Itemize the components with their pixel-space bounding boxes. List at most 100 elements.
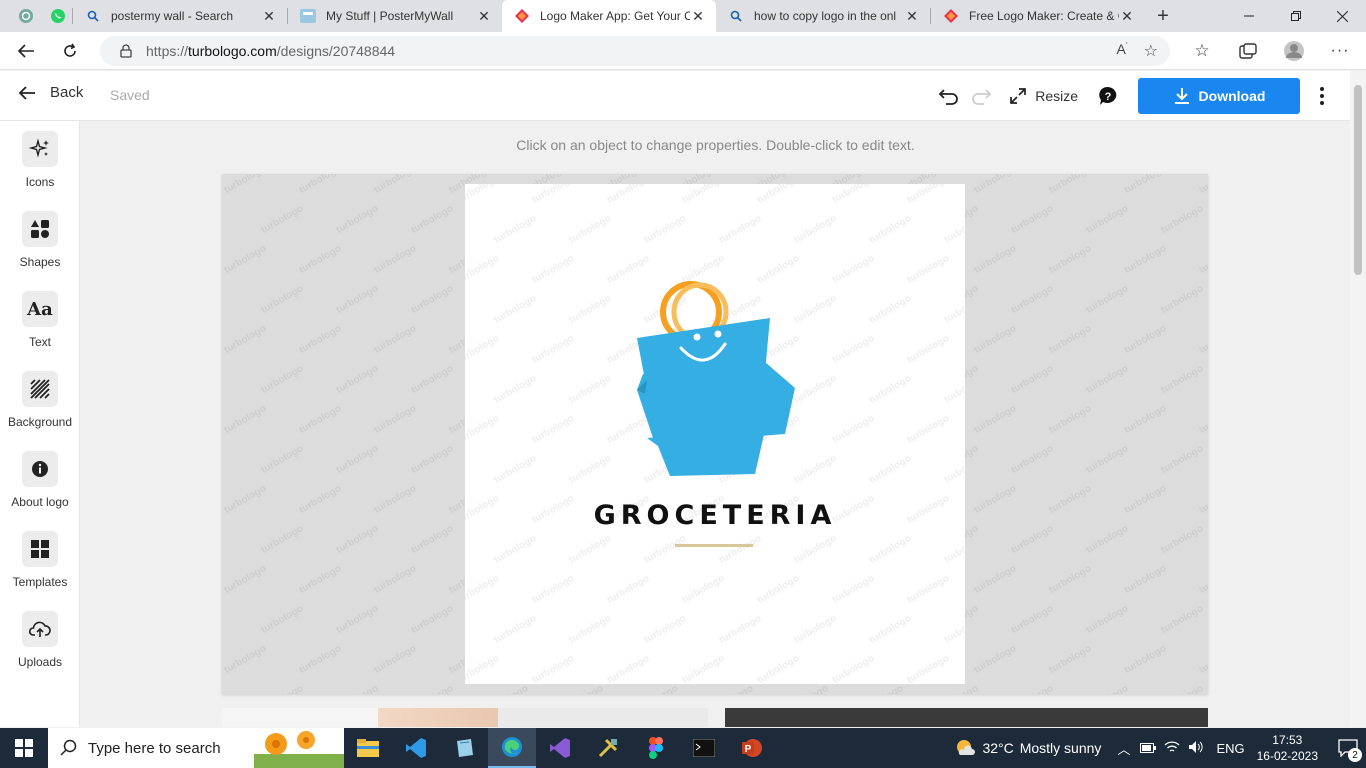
taskbar-terminal[interactable] [680,728,728,768]
logo-underline[interactable] [675,544,753,547]
close-icon[interactable]: ✕ [904,8,920,24]
notification-center-button[interactable]: 2 [1330,728,1366,768]
tab-how-to-copy-logo[interactable]: how to copy logo in the onl ✕ [716,0,930,32]
tab-logo-maker[interactable]: Logo Maker App: Get Your C ✕ [502,0,716,32]
close-icon[interactable]: ✕ [1119,8,1135,24]
watermark-text: turbologo [1159,683,1205,694]
tab-title: how to copy logo in the onl [754,9,897,23]
read-aloud-icon[interactable]: Aʼ [1117,41,1128,61]
template-thumbnail[interactable] [378,708,498,727]
new-tab-button[interactable]: + [1145,0,1181,32]
start-button[interactable] [0,728,48,768]
back-button[interactable]: Back [18,84,83,101]
url-field[interactable]: https://turbologo.com/designs/20748844 A… [100,36,1170,66]
template-thumbnail[interactable] [498,708,708,727]
search-placeholder: Type here to search [88,739,221,757]
watermark-text: turbologo [484,683,530,694]
watermark-text: turbologo [222,323,269,356]
tools-icon [598,738,618,758]
sidebar-item-background[interactable]: Background [0,371,80,429]
taskbar-file-explorer[interactable] [344,728,392,768]
restore-button[interactable] [1272,0,1319,32]
watermark-text: turbologo [222,174,269,196]
shopping-bag-smiley-icon[interactable] [465,184,965,684]
watermark-text: turbologo [334,283,381,316]
close-icon[interactable]: ✕ [690,8,706,24]
volume-icon[interactable] [1188,740,1204,757]
watermark-text: turbologo [1009,603,1056,636]
watermark-text: turbologo [259,603,306,636]
more-options-icon[interactable] [1312,87,1332,105]
close-icon[interactable]: ✕ [476,8,492,24]
taskbar-notes-app[interactable] [440,728,488,768]
minimize-button[interactable] [1225,0,1272,32]
page-scrollbar[interactable] [1350,71,1366,727]
add-favorite-icon[interactable]: ☆ [1144,41,1158,61]
sidebar-item-shapes[interactable]: Shapes [0,211,80,269]
browser-menu-icon[interactable]: ··· [1322,35,1358,67]
taskbar-search-input[interactable]: Type here to search [48,728,344,768]
refresh-button[interactable] [52,35,88,67]
watermark-text: turbologo [1197,243,1208,276]
help-button[interactable]: ? [1092,80,1124,112]
help-icon: ? [1099,86,1117,105]
resize-button[interactable]: Resize [1009,87,1078,105]
watermark-text: turbologo [297,403,344,436]
redo-button[interactable] [965,80,997,112]
sidebar-item-text[interactable]: Aa Text [0,291,80,349]
sidebar-item-icons[interactable]: Icons [0,131,80,189]
battery-icon[interactable] [1140,741,1157,756]
weather-widget[interactable]: 32°C Mostly sunny [954,737,1101,759]
taskbar-vscode[interactable] [392,728,440,768]
watermark-text: turbologo [334,363,381,396]
browser-back-button[interactable] [8,35,44,67]
sidebar-item-templates[interactable]: Templates [0,531,80,589]
sidebar-item-uploads[interactable]: Uploads [0,611,80,669]
scrollbar-thumb[interactable] [1354,85,1362,275]
taskbar-edge[interactable] [488,728,536,768]
tab-free-logo-maker[interactable]: Free Logo Maker: Create & C ✕ [931,0,1145,32]
download-button[interactable]: Download [1138,78,1300,114]
lock-icon [120,44,132,58]
search-icon [85,8,101,24]
clock[interactable]: 17:53 16-02-2023 [1257,732,1318,764]
tab-postermywall-search[interactable]: postermy wall - Search ✕ [73,0,287,32]
logo-artboard[interactable]: turbologo turbologo turbologo turbologo turb… [465,184,965,684]
chevron-up-icon[interactable]: ︿ [1117,739,1130,758]
vscode-icon [406,738,426,758]
taskbar-powerpoint[interactable]: P [728,728,776,768]
canvas-stage[interactable]: turbologo turbologo turbologo turbologo turb… [222,174,1208,694]
logo-brand-text[interactable]: GROCETERIA [465,500,965,531]
watermark-text: turbologo [1009,443,1056,476]
close-icon[interactable]: ✕ [261,8,277,24]
pinned-tab-chatgpt[interactable] [12,2,40,30]
template-thumbnail[interactable] [725,708,1208,727]
tab-my-stuff[interactable]: My Stuff | PosterMyWall ✕ [288,0,502,32]
tab-title: My Stuff | PosterMyWall [326,9,454,23]
taskbar-visual-studio[interactable] [536,728,584,768]
close-window-button[interactable] [1319,0,1366,32]
sidebar-item-about-logo[interactable]: About logo [0,451,80,509]
watermark-text: turbologo [1084,683,1130,694]
watermark-text: turbologo [859,683,905,694]
pinned-tab-whatsapp[interactable] [44,2,72,30]
favorites-icon[interactable]: ☆ [1184,35,1220,67]
taskbar-figma[interactable] [632,728,680,768]
watermark-text: turbologo [259,683,305,694]
language-indicator[interactable]: ENG [1216,741,1244,756]
sidebar-item-label: Icons [25,175,55,189]
notification-badge: 2 [1348,748,1362,762]
taskbar-tools-app[interactable] [584,728,632,768]
wifi-icon[interactable] [1164,740,1180,756]
template-thumbnail[interactable] [222,708,378,727]
svg-text:?: ? [1105,91,1112,103]
watermark-text: turbologo [1159,523,1206,556]
collections-icon[interactable] [1230,35,1266,67]
download-label: Download [1198,88,1266,104]
undo-button[interactable] [933,80,965,112]
clock-time: 17:53 [1272,733,1303,747]
watermark-text: turbologo [372,323,419,356]
tools-sidebar: Icons Shapes Aa Text Background About lo… [0,121,80,727]
profile-avatar[interactable] [1276,35,1312,67]
saved-status: Saved [110,87,150,103]
